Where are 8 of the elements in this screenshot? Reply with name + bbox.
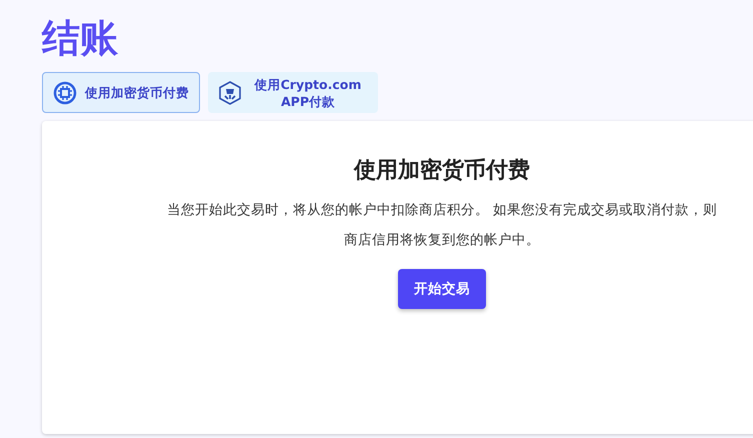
card-description: 当您开始此交易时，将从您的帐户中扣除商店积分。 如果您没有完成交易或取消付款，则商店信用将恢复到您的帐户中。: [166, 201, 718, 250]
hexagon-icon: [219, 80, 241, 104]
payment-tab[interactable]: 使用Crypto.com APP付款: [208, 72, 378, 113]
start-transaction-button[interactable]: 开始交易: [398, 269, 486, 309]
coin-icon: [53, 80, 77, 104]
payment-tab[interactable]: 使用加密货币付费: [42, 72, 200, 113]
page-title: 结账: [42, 15, 118, 62]
card-heading: 使用加密货币付费: [354, 156, 530, 185]
